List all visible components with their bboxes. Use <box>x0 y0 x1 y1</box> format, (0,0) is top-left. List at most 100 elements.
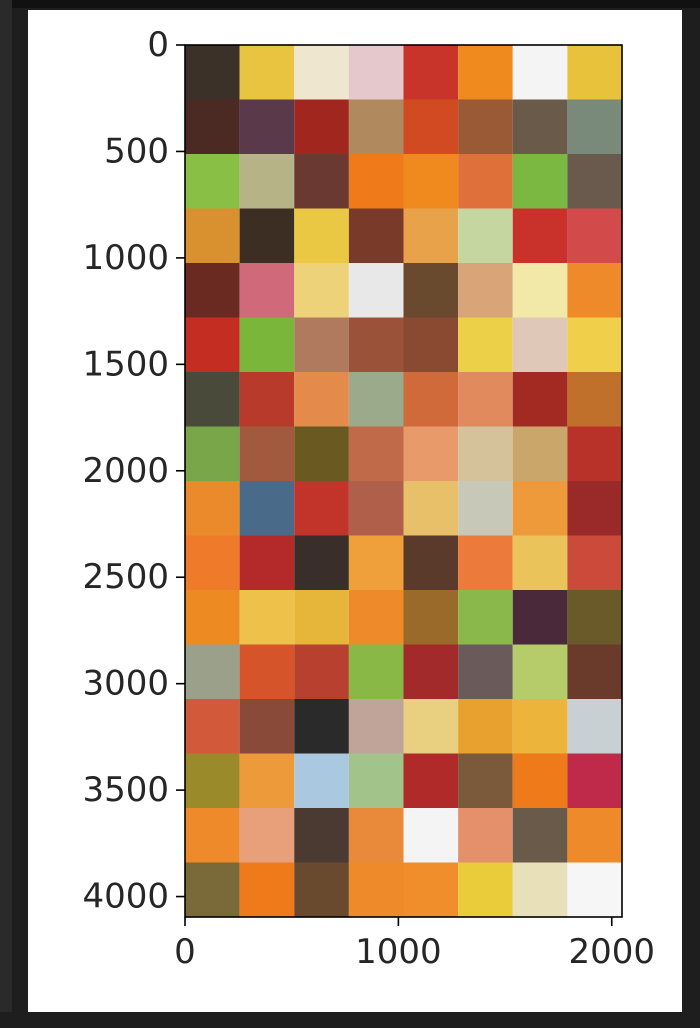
image-tile <box>458 481 513 536</box>
image-tile <box>458 99 513 154</box>
image-tile <box>239 862 295 917</box>
image-tile <box>458 317 513 372</box>
image-tile <box>294 317 349 372</box>
image-tile <box>348 753 404 808</box>
image-tile <box>239 154 295 209</box>
image-tile <box>185 372 240 427</box>
image-tile <box>239 753 295 808</box>
image-tile <box>185 317 240 372</box>
chart-plot: 050010001500200025003000350040000 1000 200… <box>82 25 655 972</box>
y-tick-label: 0 <box>147 25 169 65</box>
image-tile <box>348 699 404 754</box>
y-tick-label: 3500 <box>82 770 169 810</box>
image-tile <box>239 99 295 154</box>
image-tile <box>348 372 404 427</box>
image-tile <box>458 535 513 590</box>
image-tile <box>403 644 459 699</box>
image-tile <box>403 699 459 754</box>
y-tick-label: 3000 <box>82 664 169 704</box>
image-tile <box>567 535 623 590</box>
image-tile <box>512 263 568 318</box>
window-left-edge <box>0 0 12 1028</box>
image-tile <box>185 99 240 154</box>
y-tick-label: 500 <box>104 131 169 171</box>
image-tile <box>294 208 349 263</box>
image-tile <box>239 699 295 754</box>
image-tile <box>567 481 623 536</box>
image-tile <box>239 372 295 427</box>
image-tile <box>567 862 623 917</box>
image-tile <box>348 154 404 209</box>
image-tile <box>458 590 513 645</box>
image-tile <box>458 808 513 863</box>
image-tile <box>567 208 623 263</box>
image-tile <box>512 699 568 754</box>
image-tile <box>403 590 459 645</box>
image-tile <box>294 481 349 536</box>
image-tile <box>185 862 240 917</box>
image-tile <box>348 535 404 590</box>
image-tile <box>458 644 513 699</box>
image-tile <box>567 699 623 754</box>
image-tile <box>294 372 349 427</box>
image-tile <box>567 426 623 481</box>
image-tile <box>185 535 240 590</box>
image-tile <box>512 481 568 536</box>
image-tile <box>348 317 404 372</box>
image-tile <box>294 753 349 808</box>
y-tick-label: 1500 <box>82 344 169 384</box>
image-tile <box>512 808 568 863</box>
image-tile <box>348 644 404 699</box>
image-tile <box>185 154 240 209</box>
image-tile <box>512 317 568 372</box>
image-tile <box>512 372 568 427</box>
image-tile <box>403 317 459 372</box>
image-tile <box>512 644 568 699</box>
image-tile <box>567 45 623 100</box>
image-tile <box>403 426 459 481</box>
image-tile <box>294 699 349 754</box>
image-tile <box>567 154 623 209</box>
image-tile <box>185 481 240 536</box>
image-tile <box>512 99 568 154</box>
image-tile <box>294 590 349 645</box>
window-bottom-strip <box>0 1012 700 1028</box>
image-tile <box>458 208 513 263</box>
image-tile <box>567 808 623 863</box>
image-tile <box>403 808 459 863</box>
y-tick-label: 2000 <box>82 451 169 491</box>
x-tick-label: 2000 <box>568 932 655 972</box>
image-tile <box>294 808 349 863</box>
image-tile <box>403 753 459 808</box>
image-tile <box>294 644 349 699</box>
image-mosaic <box>185 45 623 917</box>
image-tile <box>403 862 459 917</box>
image-tile <box>185 45 240 100</box>
image-tile <box>348 426 404 481</box>
x-tick-label: 1000 <box>355 932 442 972</box>
image-tile <box>239 263 295 318</box>
image-tile <box>294 99 349 154</box>
image-tile <box>185 644 240 699</box>
image-tile <box>239 808 295 863</box>
image-tile <box>403 263 459 318</box>
image-tile <box>294 154 349 209</box>
image-tile <box>403 45 459 100</box>
figure-canvas: 0 500 1000 1500 2000 2500 3000 3500 4000 0 1000 200… <box>28 10 682 1012</box>
image-tile <box>458 753 513 808</box>
image-tile <box>403 535 459 590</box>
y-tick-label: 1000 <box>82 238 169 278</box>
image-tile <box>567 317 623 372</box>
image-tile <box>185 808 240 863</box>
y-tick-label: 2500 <box>82 557 169 597</box>
image-tile <box>348 862 404 917</box>
image-tile <box>294 535 349 590</box>
image-tile <box>185 590 240 645</box>
x-tick-label: 0 <box>174 932 196 972</box>
image-tile <box>567 753 623 808</box>
image-tile <box>512 45 568 100</box>
image-tile <box>294 45 349 100</box>
image-tile <box>294 862 349 917</box>
image-tile <box>512 208 568 263</box>
image-tile <box>403 481 459 536</box>
